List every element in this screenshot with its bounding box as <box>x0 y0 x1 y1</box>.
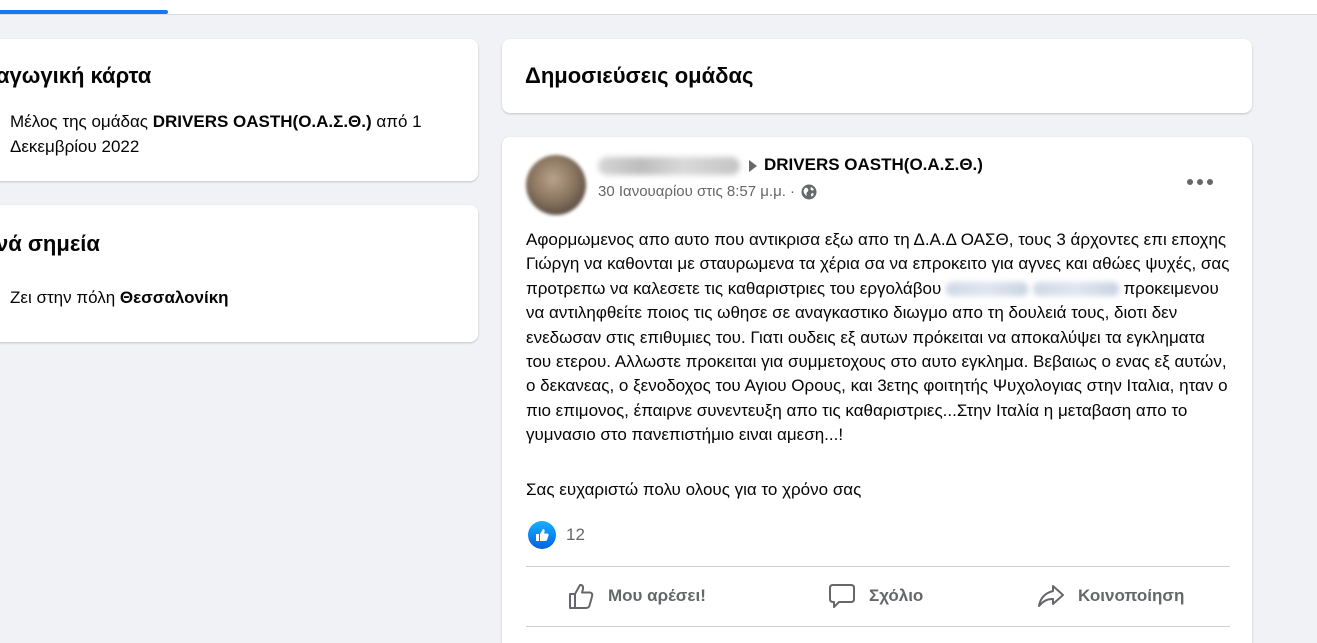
like-label: Μου αρέσει! <box>608 586 706 605</box>
redacted-name <box>945 282 1028 297</box>
author-avatar[interactable] <box>526 155 586 215</box>
intro-card: αγωγική κάρτα Μέλος της ομάδας DRIVERS O… <box>0 39 478 181</box>
actions-bottom-divider <box>526 626 1230 627</box>
top-navigation-bar <box>0 0 1317 15</box>
membership-info: Μέλος της ομάδας DRIVERS OASTH(Ο.Α.Σ.Θ.)… <box>10 112 422 156</box>
comment-button[interactable]: Σχόλιο <box>827 574 923 618</box>
lives-in-info: Ζει στην πόλη Θεσσαλονίκη <box>10 288 229 307</box>
group-posts-header-card: Δημοσιεύσεις ομάδας <box>502 39 1252 113</box>
comment-label: Σχόλιο <box>869 586 924 605</box>
share-arrow-icon <box>1038 585 1064 607</box>
globe-icon <box>801 184 817 199</box>
redacted-name-continued <box>1032 282 1119 297</box>
reactions-summary[interactable]: 12 <box>528 521 585 549</box>
active-tab-indicator <box>0 10 168 14</box>
ellipsis-icon <box>1187 179 1213 185</box>
post-group-link[interactable]: DRIVERS OASTH(Ο.Α.Σ.Θ.) <box>764 155 983 175</box>
places-card: νά σημεία Ζει στην πόλη Θεσσαλονίκη <box>0 205 478 342</box>
post-body-text: Αφορμωμενος απο αυτο που αντικρισα εξω α… <box>526 230 1230 445</box>
actions-top-divider <box>526 566 1230 567</box>
group-link[interactable]: DRIVERS OASTH(Ο.Α.Σ.Θ.) <box>153 112 372 131</box>
share-label: Κοινοποίηση <box>1078 586 1185 605</box>
reaction-count: 12 <box>566 525 585 544</box>
share-button[interactable]: Κοινοποίηση <box>1036 574 1184 618</box>
thumbs-up-icon <box>569 583 594 609</box>
places-title: νά σημεία <box>0 231 100 256</box>
author-name-redacted[interactable] <box>598 157 740 175</box>
city-link[interactable]: Θεσσαλονίκη <box>120 288 229 307</box>
like-reaction-icon <box>528 521 556 549</box>
intro-title: αγωγική κάρτα <box>0 63 152 88</box>
group-posts-title: Δημοσιεύσεις ομάδας <box>525 63 754 88</box>
post-card: DRIVERS OASTH(Ο.Α.Σ.Θ.) 30 Ιανουαρίου στ… <box>502 137 1252 643</box>
post-meta: 30 Ιανουαρίου στις 8:57 μ.μ. · <box>598 183 817 200</box>
post-closing-text: Σας ευχαριστώ πολυ ολους για το χρόνο σα… <box>526 480 862 499</box>
comment-icon <box>829 584 855 608</box>
post-more-options-button[interactable] <box>1178 167 1222 197</box>
caret-right-icon <box>749 160 757 172</box>
post-timestamp[interactable]: 30 Ιανουαρίου στις 8:57 μ.μ. · <box>598 183 795 200</box>
like-button[interactable]: Μου αρέσει! <box>566 574 706 618</box>
